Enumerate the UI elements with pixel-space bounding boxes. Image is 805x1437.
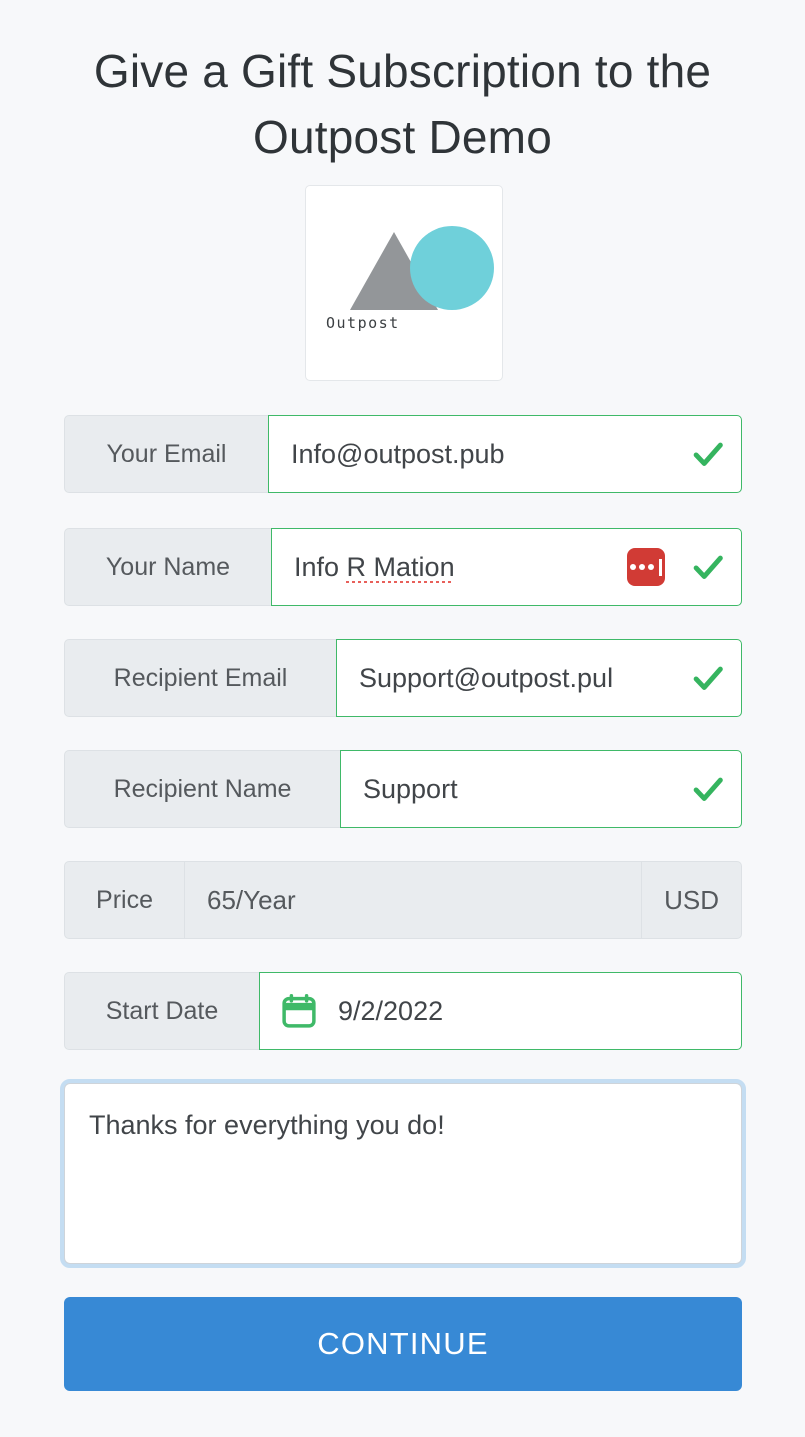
logo-wordmark: Outpost (326, 314, 400, 332)
lastpass-caret (659, 558, 662, 576)
start-date-value: 9/2/2022 (338, 995, 444, 1026)
outpost-logo-icon (306, 214, 504, 320)
valid-check-icon (693, 666, 723, 690)
your-email-input[interactable]: Info@outpost.pub (268, 415, 742, 493)
your-email-value: Info@outpost.pub (291, 438, 505, 469)
price-currency-suffix: USD (642, 861, 742, 939)
start-date-label: Start Date (64, 972, 260, 1050)
valid-check-icon (693, 777, 723, 801)
calendar-icon[interactable] (280, 992, 318, 1030)
recipient-name-input[interactable]: Support (340, 750, 742, 828)
gift-message-textarea[interactable]: Thanks for everything you do! (64, 1083, 742, 1264)
sun-circle-icon (410, 226, 494, 310)
gift-message-textarea-wrapper: Thanks for everything you do! (60, 1079, 746, 1268)
lastpass-dot (648, 564, 654, 570)
lastpass-dot (639, 564, 645, 570)
price-input: 65/Year (185, 861, 643, 939)
recipient-email-value: Support@outpost.pul (359, 662, 614, 693)
your-name-input[interactable]: Info R Mation (271, 528, 742, 606)
field-row-price: Price 65/Year USD (64, 861, 742, 939)
your-email-label: Your Email (64, 415, 269, 493)
recipient-name-value: Support (363, 773, 458, 804)
continue-button[interactable]: CONTINUE (64, 1297, 742, 1391)
recipient-email-label: Recipient Email (64, 639, 337, 717)
price-value: 65/Year (207, 884, 296, 915)
field-row-your-name: Your Name Info R Mation (64, 528, 742, 606)
your-name-label: Your Name (64, 528, 272, 606)
field-row-start-date: Start Date 9/2/2022 (64, 972, 742, 1050)
gift-message-value: Thanks for everything you do! (89, 1110, 445, 1140)
valid-check-icon (693, 555, 723, 579)
price-label: Price (64, 861, 185, 939)
lastpass-dot (630, 564, 636, 570)
your-name-value: Info R Mation (294, 551, 455, 582)
gift-subscription-page: Give a Gift Subscription to the Outpost … (0, 0, 805, 1437)
recipient-email-input[interactable]: Support@outpost.pul (336, 639, 742, 717)
page-title: Give a Gift Subscription to the Outpost … (93, 45, 712, 163)
recipient-name-label: Recipient Name (64, 750, 341, 828)
field-row-recipient-name: Recipient Name Support (64, 750, 742, 828)
outpost-logo-card: Outpost (305, 185, 503, 381)
field-row-your-email: Your Email Info@outpost.pub (64, 415, 742, 493)
valid-check-icon (693, 442, 723, 466)
lastpass-icon[interactable] (627, 548, 665, 586)
start-date-input[interactable]: 9/2/2022 (259, 972, 742, 1050)
field-row-recipient-email: Recipient Email Support@outpost.pul (64, 639, 742, 717)
